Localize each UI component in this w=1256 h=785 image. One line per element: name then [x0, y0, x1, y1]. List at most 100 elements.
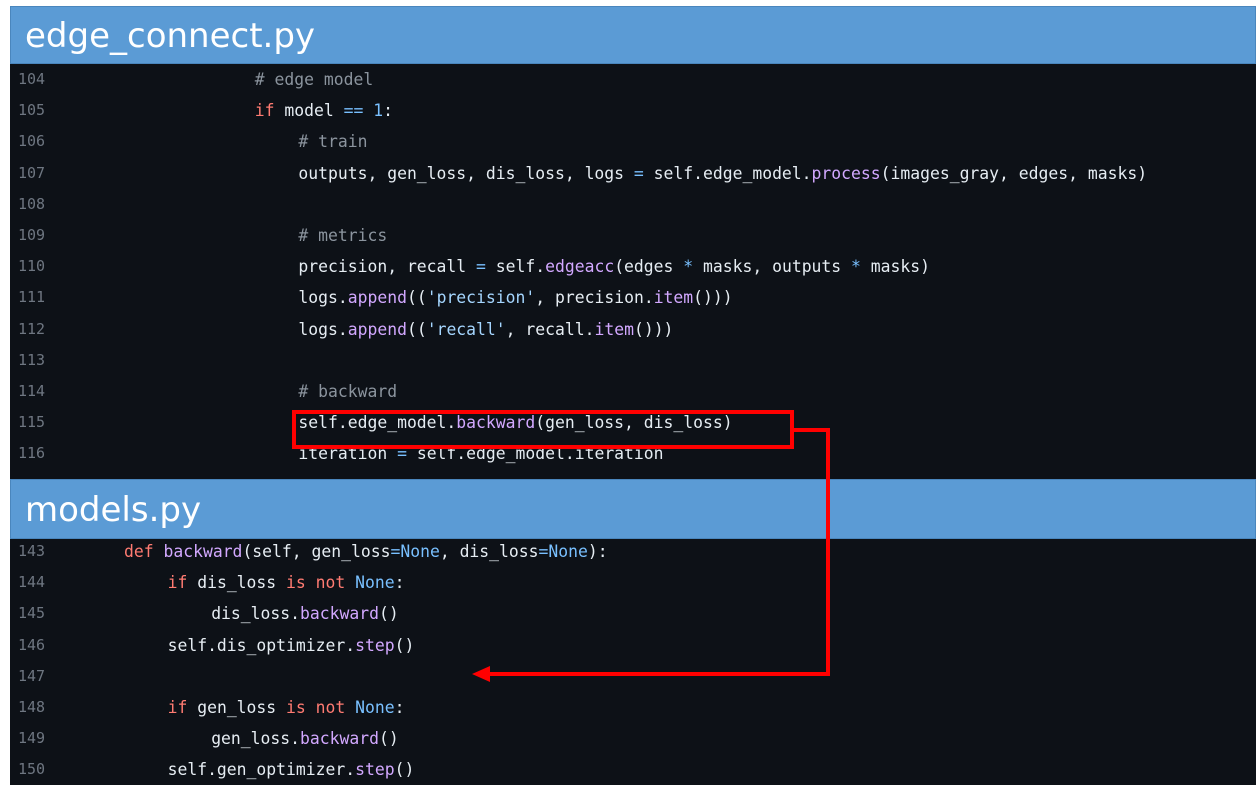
code-line: 104 # edge model [10, 64, 1256, 95]
code-line: 116 iteration = self.edge_model.iteration [10, 438, 1256, 469]
code-text: iteration = self.edge_model.iteration [298, 438, 663, 469]
file-title-edge-connect: edge_connect.py [10, 6, 1256, 64]
code-token: logs. [298, 288, 348, 308]
code-token: None [400, 542, 440, 561]
line-number: 115 [18, 413, 46, 432]
code-token: None [355, 698, 395, 717]
code-token: , recall. [505, 319, 595, 339]
code-token: edgeacc [545, 257, 615, 277]
code-token: if [254, 101, 275, 121]
code-token: backward [163, 542, 243, 561]
code-line: 111 logs.append(('precision', precision.i… [10, 282, 1256, 313]
code-line: 144 if dis_loss is not None: [10, 567, 1256, 598]
code-token: # train [298, 132, 368, 152]
line-number: 113 [18, 350, 46, 369]
code-line: 149 gen_loss.backward() [10, 723, 1256, 754]
code-token: () [394, 760, 415, 780]
line-number: 108 [18, 194, 46, 213]
code-token: , precision. [535, 288, 654, 308]
line-number: 144 [18, 573, 46, 592]
code-token: self.edge_model. [298, 413, 457, 433]
line-number: 107 [18, 163, 46, 182]
code-text: # train [298, 126, 367, 157]
code-line: 110 precision, recall = self.edgeacc(edge… [10, 251, 1256, 282]
code-text: self.gen_optimizer.step() [168, 754, 415, 785]
code-token: backward [300, 604, 379, 624]
code-text: if dis_loss is not None: [168, 567, 405, 598]
code-line: 114 # backward [10, 376, 1256, 407]
code-token: masks, outputs [693, 257, 852, 277]
code-token: = [390, 542, 401, 561]
line-number: 150 [18, 760, 46, 779]
code-line: 112 logs.append(('recall', recall.item())… [10, 314, 1256, 345]
code-token: dis_loss [187, 573, 287, 593]
line-number: 148 [18, 698, 46, 716]
line-number: 105 [18, 101, 46, 120]
code-token: : [394, 698, 405, 717]
code-token: def [124, 542, 154, 561]
code-token: () [394, 635, 415, 655]
code-token: = [633, 163, 644, 183]
code-text: # backward [298, 376, 397, 407]
code-token: self.edge_model.iteration [406, 444, 664, 464]
code-text: logs.append(('precision', precision.item… [298, 282, 732, 313]
code-token: (self, gen_loss [242, 542, 391, 561]
code-line: 146 self.dis_optimizer.step() [10, 630, 1256, 661]
code-panel-models: 143 def backward(self, gen_loss=None, dis… [10, 539, 1256, 785]
code-token: = [538, 542, 549, 561]
code-token: : [394, 573, 405, 593]
code-token: : [383, 101, 393, 121]
code-line: 105 if model == 1: [10, 95, 1256, 126]
code-token: precision, recall [298, 257, 477, 277]
line-number: 147 [18, 666, 46, 685]
code-token: item [594, 319, 634, 339]
line-number: 116 [18, 444, 46, 463]
code-text: if model == 1: [255, 95, 393, 126]
code-line: 109 # metrics [10, 220, 1256, 251]
code-token: is not [286, 698, 346, 717]
code-token: (( [406, 319, 427, 339]
code-token: (edges [614, 257, 684, 277]
code-text: gen_loss.backward() [211, 723, 399, 754]
code-token: (images_gray, edges, masks) [880, 163, 1148, 183]
code-token: (gen_loss, dis_loss) [535, 413, 733, 433]
code-token: (( [406, 288, 427, 308]
code-text: if gen_loss is not None: [168, 692, 405, 723]
code-token: gen_loss. [211, 729, 300, 749]
code-token: step [355, 635, 395, 655]
code-token: iteration [298, 444, 398, 464]
code-panel-edge-connect: 104 # edge model 105 if model == 1: 106 # tra… [10, 64, 1256, 479]
code-token: () [378, 604, 399, 624]
code-line: 145 dis_loss.backward() [10, 598, 1256, 629]
code-token: model [274, 101, 344, 121]
code-text: # edge model [255, 64, 373, 95]
code-token: self.dis_optimizer. [167, 635, 356, 655]
line-number: 111 [18, 288, 46, 307]
code-line: 150 self.gen_optimizer.step() [10, 754, 1256, 785]
code-token: step [355, 760, 395, 780]
code-token: 'recall' [426, 319, 506, 339]
code-token: append [347, 288, 407, 308]
code-line: 115 self.edge_model.backward(gen_loss, di… [10, 407, 1256, 438]
code-token: 'precision' [426, 288, 536, 308]
code-token: # metrics [298, 226, 388, 245]
code-token: , dis_loss [439, 542, 539, 561]
code-token: gen_loss [187, 698, 287, 717]
code-token: if [167, 573, 188, 593]
code-line: 107 outputs, gen_loss, dis_loss, logs = s… [10, 158, 1256, 189]
line-number: 112 [18, 319, 46, 338]
code-token: None [355, 573, 395, 593]
code-line: 113 [10, 345, 1256, 376]
code-text: def backward(self, gen_loss=None, dis_lo… [124, 539, 608, 567]
code-token: self. [485, 257, 546, 277]
line-number: 145 [18, 604, 46, 623]
code-token: = [397, 444, 407, 464]
code-token: self.gen_optimizer. [167, 760, 356, 780]
code-token: dis_loss. [211, 604, 300, 624]
code-text: precision, recall = self.edgeacc(edges *… [298, 251, 930, 282]
line-number: 149 [18, 729, 46, 748]
code-token: ): [587, 542, 608, 561]
code-line: 106 # train [10, 126, 1256, 157]
